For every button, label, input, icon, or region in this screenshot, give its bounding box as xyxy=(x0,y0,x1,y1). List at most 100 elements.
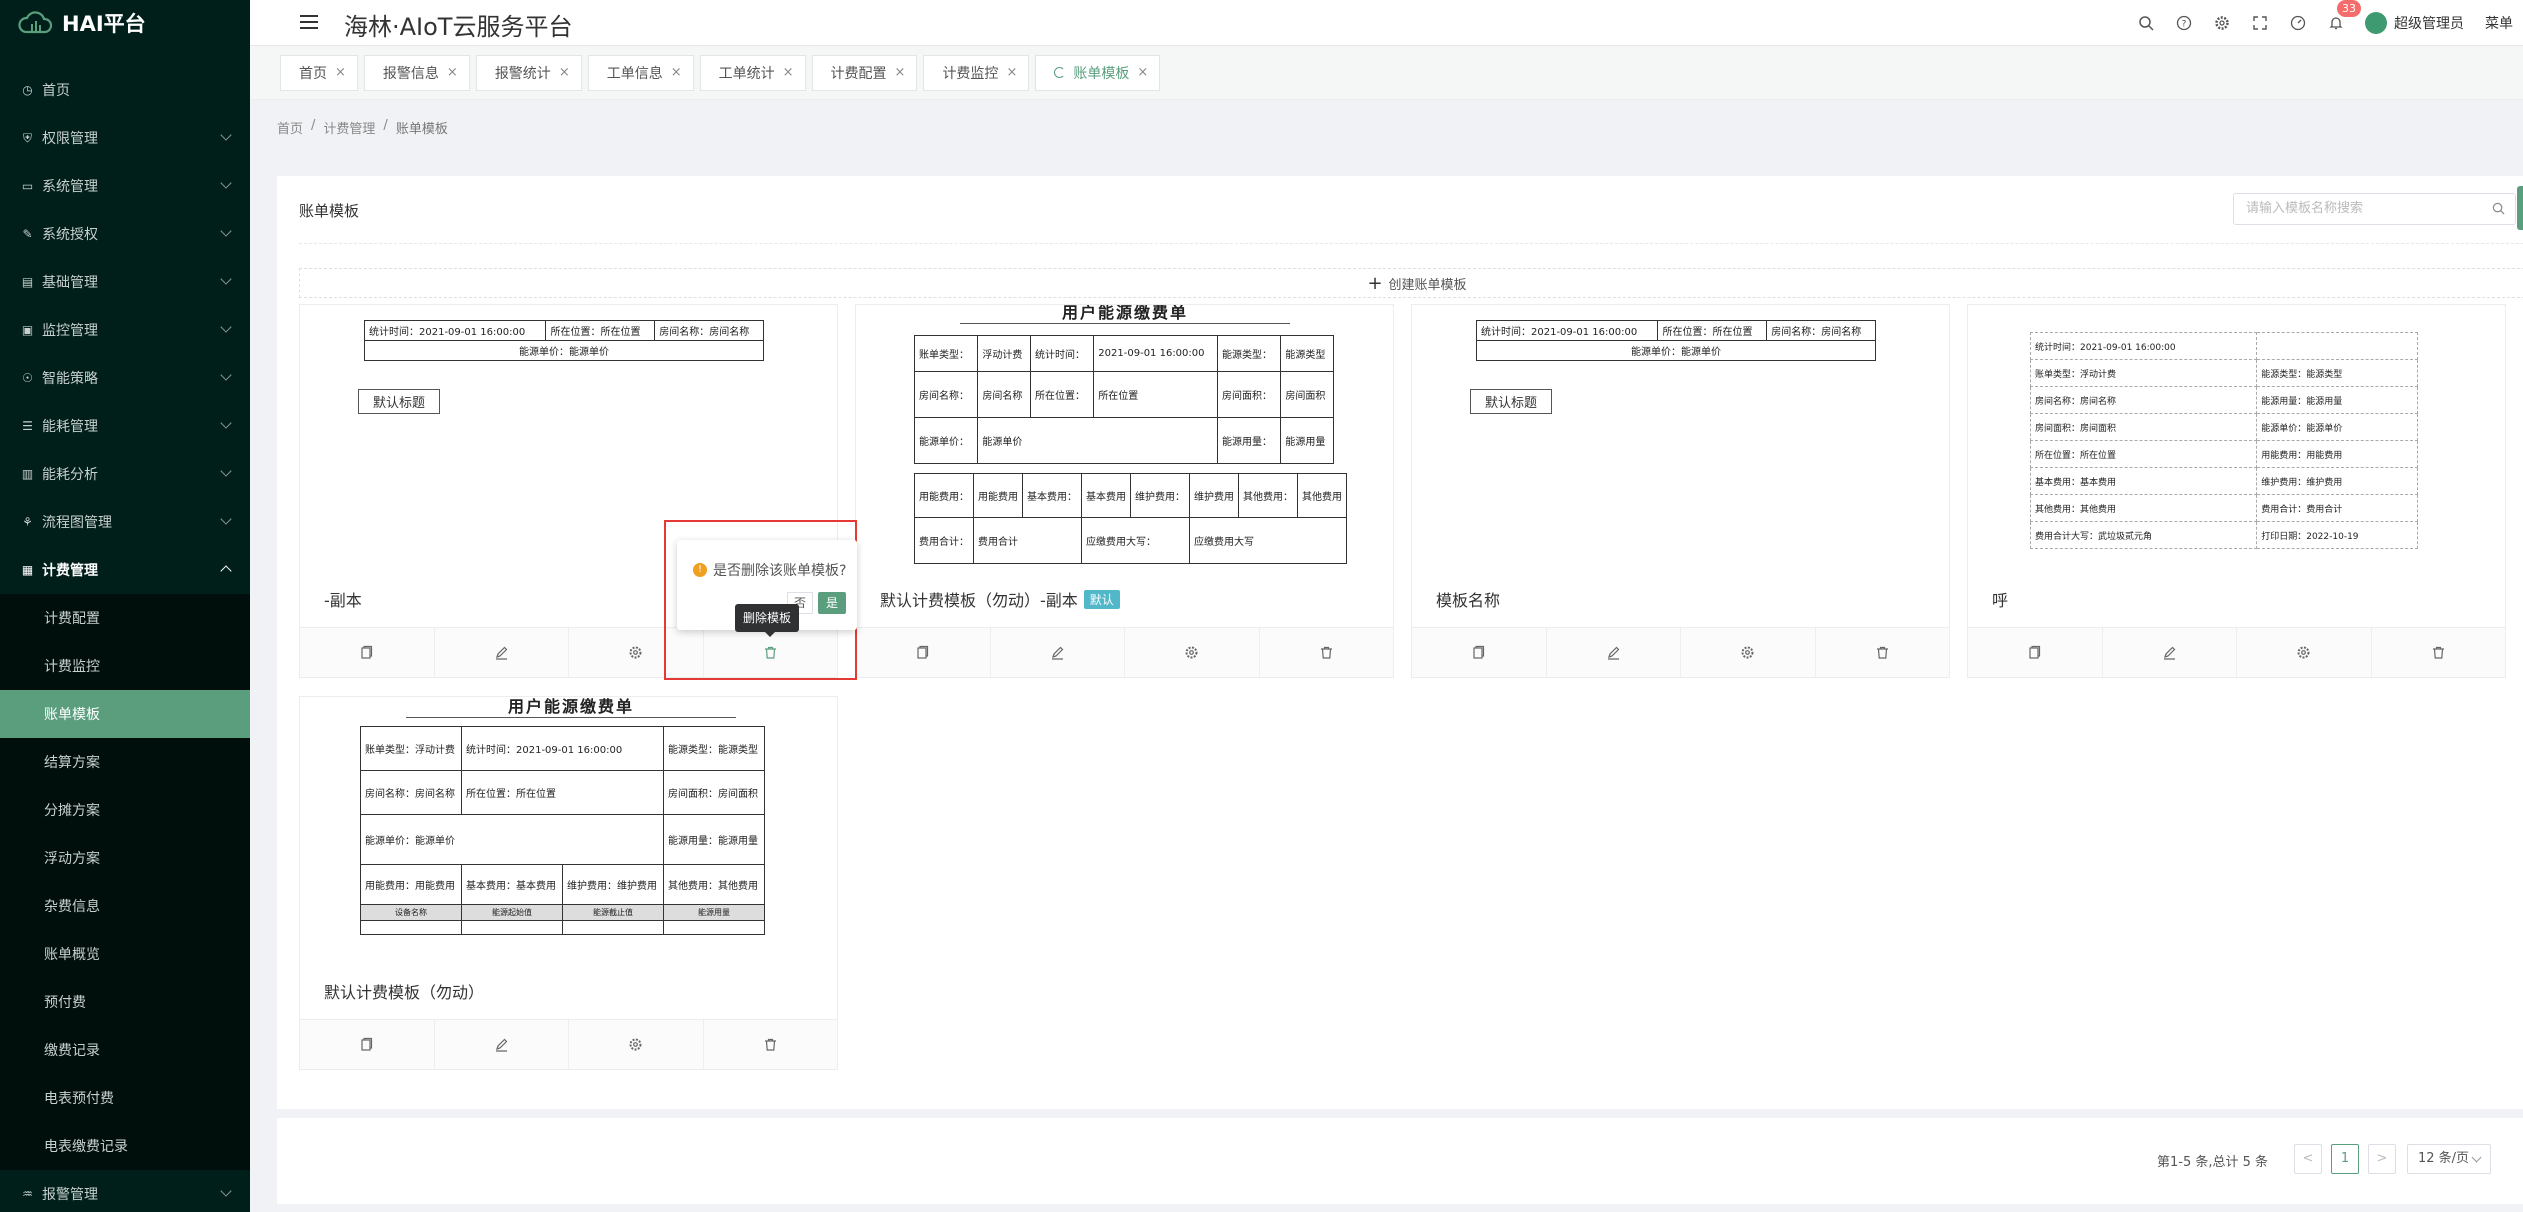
tab-bill-template[interactable]: 账单模板 × xyxy=(1035,54,1161,91)
edit-button[interactable] xyxy=(435,628,569,677)
copy-button[interactable] xyxy=(856,628,991,677)
submenu-billing-config[interactable]: 计费配置 xyxy=(0,594,250,642)
edit-button[interactable] xyxy=(991,628,1125,677)
sidebar-item-flowchart[interactable]: ⚘ 流程图管理 xyxy=(0,498,250,546)
close-icon[interactable]: × xyxy=(1006,65,1017,80)
template-search-input[interactable]: 请输入模板名称搜索 xyxy=(2233,193,2516,225)
page-size-select[interactable]: 12 条/页 xyxy=(2407,1144,2491,1174)
next-page-button[interactable]: > xyxy=(2368,1144,2396,1174)
delete-button[interactable] xyxy=(1816,628,1950,677)
sidebar-item-monitor[interactable]: ▣ 监控管理 xyxy=(0,306,250,354)
template-card[interactable]: 用户能源缴费单 账单类型：浮动计费统计时间：2021-09-01 16:00:0… xyxy=(855,304,1394,678)
close-icon[interactable]: × xyxy=(671,65,682,80)
copy-button[interactable] xyxy=(300,628,435,677)
sidebar: HAI平台 ◷ 首页 ⛨ 权限管理 ▭ 系统管理 ✎ 系统授权 ▤ 基础管理 ▣ 监控管理 … xyxy=(0,0,250,1212)
sidebar-item-billing[interactable]: ▦ 计费管理 xyxy=(0,546,250,594)
settings-button[interactable] xyxy=(1125,628,1260,677)
copy-button[interactable] xyxy=(1412,628,1547,677)
sidebar-item-system[interactable]: ▭ 系统管理 xyxy=(0,162,250,210)
tab-alarm-info[interactable]: 报警信息 × xyxy=(363,54,470,91)
settings-button[interactable] xyxy=(2237,628,2372,677)
alarm-icon: ♒ xyxy=(22,1187,33,1201)
sidebar-item-energy[interactable]: ☰ 能耗管理 xyxy=(0,402,250,450)
settings-button[interactable] xyxy=(1681,628,1816,677)
sidebar-item-permission[interactable]: ⛨ 权限管理 xyxy=(0,114,250,162)
chevron-down-icon xyxy=(220,417,232,429)
page-1-button[interactable]: 1 xyxy=(2331,1144,2359,1174)
svg-text:?: ? xyxy=(2182,20,2187,30)
close-icon[interactable]: × xyxy=(559,65,570,80)
close-icon[interactable]: × xyxy=(783,65,794,80)
tab-workorder-info[interactable]: 工单信息 × xyxy=(587,54,694,91)
notification-badge: 33 xyxy=(2337,0,2361,17)
edit-button[interactable] xyxy=(1547,628,1681,677)
tab-billing-config[interactable]: 计费配置 × xyxy=(811,54,918,91)
template-card[interactable]: 用户能源缴费单 账单类型：浮动计费统计时间：2021-09-01 16:00:0… xyxy=(299,696,838,1070)
settings-button[interactable] xyxy=(569,1020,704,1069)
screen-icon: ▣ xyxy=(21,323,34,337)
submenu-billing-monitor[interactable]: 计费监控 xyxy=(0,642,250,690)
edit-button[interactable] xyxy=(435,1020,569,1069)
search-icon[interactable] xyxy=(2127,0,2165,46)
header-title: 海林·AIoT云服务平台 xyxy=(344,13,573,41)
tab-home[interactable]: 首页 × xyxy=(280,54,358,91)
sidebar-item-analysis[interactable]: ▥ 能耗分析 xyxy=(0,450,250,498)
sidebar-item-home[interactable]: ◷ 首页 xyxy=(0,66,250,114)
tab-billing-monitor[interactable]: 计费监控 × xyxy=(923,54,1030,91)
tab-workorder-stats[interactable]: 工单统计 × xyxy=(699,54,806,91)
close-icon[interactable]: × xyxy=(895,65,906,80)
delete-button[interactable] xyxy=(2372,628,2506,677)
chevron-down-icon xyxy=(220,273,232,285)
refresh-icon[interactable] xyxy=(1054,67,1066,78)
breadcrumb-billing[interactable]: 计费管理 xyxy=(323,118,375,137)
card-actions xyxy=(1412,627,1949,677)
create-template-button[interactable]: + 创建账单模板 xyxy=(299,268,2523,298)
header-toolbar: ? 33 超级管理员 菜单 xyxy=(2127,0,2523,46)
submenu-misc-fee[interactable]: 杂费信息 xyxy=(0,882,250,930)
submenu-settlement[interactable]: 结算方案 xyxy=(0,738,250,786)
breadcrumb-current: 账单模板 xyxy=(395,122,448,137)
sidebar-item-strategy[interactable]: ☉ 智能策略 xyxy=(0,354,250,402)
breadcrumb-home[interactable]: 首页 xyxy=(277,118,303,137)
search-button[interactable] xyxy=(2517,186,2523,230)
notification-bell-icon[interactable]: 33 xyxy=(2317,0,2361,46)
delete-button[interactable] xyxy=(704,1020,838,1069)
template-card[interactable]: 统计时间：2021-09-01 16:00:00 所在位置：所在位置 房间名称：房间… xyxy=(1411,304,1950,678)
close-icon[interactable]: × xyxy=(335,65,346,80)
delete-tooltip: 删除模板 xyxy=(735,604,800,637)
prev-page-button[interactable]: < xyxy=(2294,1144,2322,1174)
dashboard-gauge-icon[interactable] xyxy=(2279,0,2317,46)
user-menu[interactable]: 超级管理员 菜单 xyxy=(2355,12,2523,34)
tab-alarm-stats[interactable]: 报警统计 × xyxy=(475,54,582,91)
close-icon[interactable]: × xyxy=(447,65,458,80)
submenu-allocation[interactable]: 分摊方案 xyxy=(0,786,250,834)
submenu-payment-records[interactable]: 缴费记录 xyxy=(0,1026,250,1074)
delete-button[interactable] xyxy=(1260,628,1394,677)
copy-button[interactable] xyxy=(300,1020,435,1069)
trash-icon xyxy=(1876,646,1888,659)
settings-icon[interactable] xyxy=(2203,0,2241,46)
submenu-prepaid[interactable]: 预付费 xyxy=(0,978,250,1026)
sidebar-item-authorization[interactable]: ✎ 系统授权 xyxy=(0,210,250,258)
submenu-meter-payment[interactable]: 电表缴费记录 xyxy=(0,1122,250,1170)
copy-button[interactable] xyxy=(1968,628,2103,677)
confirm-yes-button[interactable]: 是 xyxy=(818,592,847,614)
cloud-logo-icon xyxy=(18,11,52,34)
chevron-down-icon xyxy=(220,321,232,333)
submenu-bill-overview[interactable]: 账单概览 xyxy=(0,930,250,978)
logo[interactable]: HAI平台 xyxy=(0,0,250,46)
help-icon[interactable]: ? xyxy=(2165,0,2203,46)
close-icon[interactable]: × xyxy=(1137,65,1148,80)
menu-toggle-icon[interactable] xyxy=(300,15,318,29)
template-card[interactable]: 统计时间：2021-09-01 16:00:00 账单类型：浮动计费 能源类型：能… xyxy=(1967,304,2506,678)
sidebar-item-basic[interactable]: ▤ 基础管理 xyxy=(0,258,250,306)
submenu-bill-template[interactable]: 账单模板 xyxy=(0,690,250,738)
sidebar-item-alarm[interactable]: ♒ 报警管理 xyxy=(0,1170,250,1212)
search-icon[interactable] xyxy=(2492,202,2505,215)
chevron-down-icon xyxy=(220,177,232,189)
fullscreen-icon[interactable] xyxy=(2241,0,2279,46)
submenu-meter-prepaid[interactable]: 电表预付费 xyxy=(0,1074,250,1122)
edit-icon: ✎ xyxy=(22,227,33,241)
submenu-floating[interactable]: 浮动方案 xyxy=(0,834,250,882)
edit-button[interactable] xyxy=(2103,628,2237,677)
